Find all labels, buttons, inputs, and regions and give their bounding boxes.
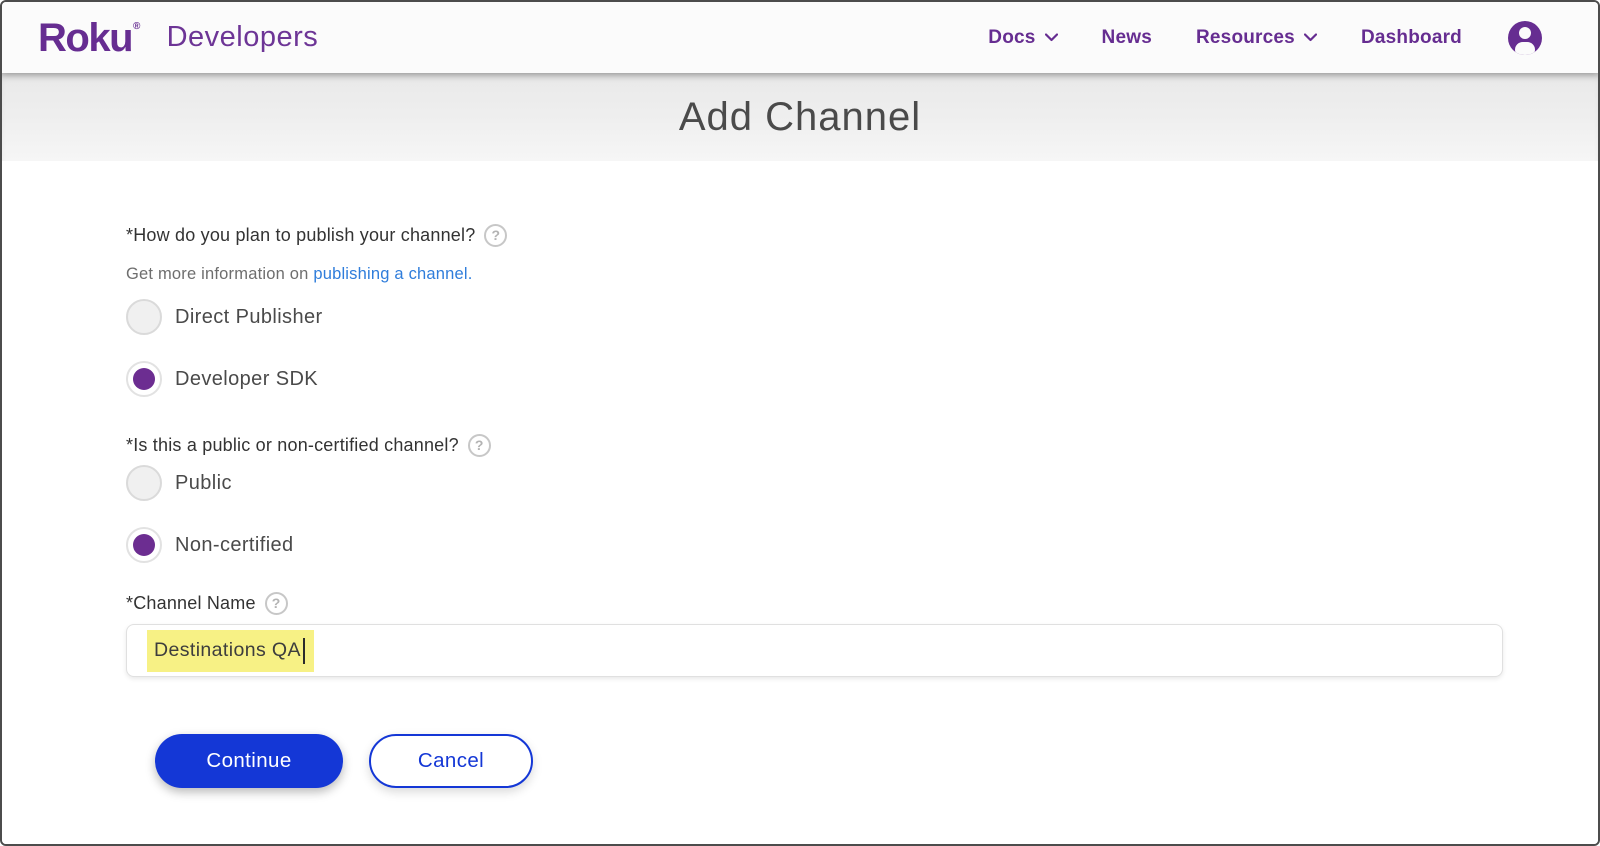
channel-name-label: *Channel Name ? <box>126 591 1503 615</box>
registered-trademark: ® <box>133 20 141 32</box>
radio-label: Developer SDK <box>175 367 319 390</box>
radio-developer-sdk[interactable]: Developer SDK <box>126 361 1503 397</box>
certified-radio-group: Public Non-certified <box>126 465 1503 563</box>
nav-label: News <box>1101 26 1152 48</box>
account-icon[interactable] <box>1508 20 1542 55</box>
nav-label: Resources <box>1195 26 1295 48</box>
channel-name-label-text: *Channel Name <box>126 593 256 613</box>
channel-name-text: Destinations QA <box>154 639 301 661</box>
help-icon[interactable]: ? <box>264 591 288 615</box>
certified-question-label: *Is this a public or non-certified chann… <box>126 433 1503 457</box>
radio-button-icon <box>126 465 162 501</box>
radio-label: Direct Publisher <box>175 305 323 328</box>
channel-name-value: Destinations QA <box>147 629 314 672</box>
publish-question-text: *How do you plan to publish your channel… <box>126 225 476 245</box>
nav-item-resources[interactable]: Resources <box>1196 27 1317 49</box>
chevron-down-icon <box>1044 33 1058 42</box>
channel-name-input[interactable]: Destinations QA <box>126 624 1503 677</box>
radio-non-certified[interactable]: Non-certified <box>126 527 1503 563</box>
info-prefix-text: Get more information on <box>126 265 314 283</box>
publishing-channel-link[interactable]: publishing a channel. <box>313 265 472 283</box>
page-title: Add Channel <box>678 94 922 139</box>
help-icon[interactable]: ? <box>484 223 508 247</box>
roku-logo[interactable]: Roku ® <box>38 18 141 58</box>
nav-item-news[interactable]: News <box>1102 27 1152 49</box>
top-nav-bar: Roku ® Developers Docs News Resources Da… <box>2 2 1598 73</box>
roku-logo-text: Roku <box>38 15 134 60</box>
radio-button-icon <box>126 299 162 335</box>
main-nav: Docs News Resources Dashboard <box>988 20 1542 55</box>
nav-label: Dashboard <box>1360 26 1462 48</box>
radio-public[interactable]: Public <box>126 465 1503 501</box>
radio-label: Non-certified <box>175 533 294 556</box>
nav-label: Docs <box>988 26 1036 48</box>
help-icon[interactable]: ? <box>467 433 491 457</box>
radio-button-icon <box>126 361 162 397</box>
radio-direct-publisher[interactable]: Direct Publisher <box>126 299 1503 335</box>
chevron-down-icon <box>1303 33 1317 42</box>
cancel-button[interactable]: Cancel <box>369 734 533 788</box>
account-icon-torso <box>1515 41 1535 55</box>
radio-label: Public <box>175 471 232 494</box>
nav-item-docs[interactable]: Docs <box>988 26 1058 49</box>
publish-radio-group: Direct Publisher Developer SDK <box>126 299 1503 397</box>
page-title-band: Add Channel <box>2 73 1598 161</box>
publish-question-label: *How do you plan to publish your channel… <box>126 223 1503 247</box>
add-channel-form: *How do you plan to publish your channel… <box>2 223 1598 844</box>
developers-brand-label: Developers <box>166 21 319 53</box>
account-icon-head <box>1519 26 1531 39</box>
certified-question-text: *Is this a public or non-certified chann… <box>126 435 459 455</box>
publish-info-line: Get more information on publishing a cha… <box>126 263 1503 285</box>
nav-item-dashboard[interactable]: Dashboard <box>1361 27 1462 49</box>
radio-button-icon <box>126 527 162 563</box>
continue-button[interactable]: Continue <box>155 734 343 788</box>
page-frame: Roku ® Developers Docs News Resources Da… <box>0 0 1600 846</box>
form-actions: Continue Cancel <box>155 734 1503 844</box>
text-cursor <box>302 637 305 664</box>
